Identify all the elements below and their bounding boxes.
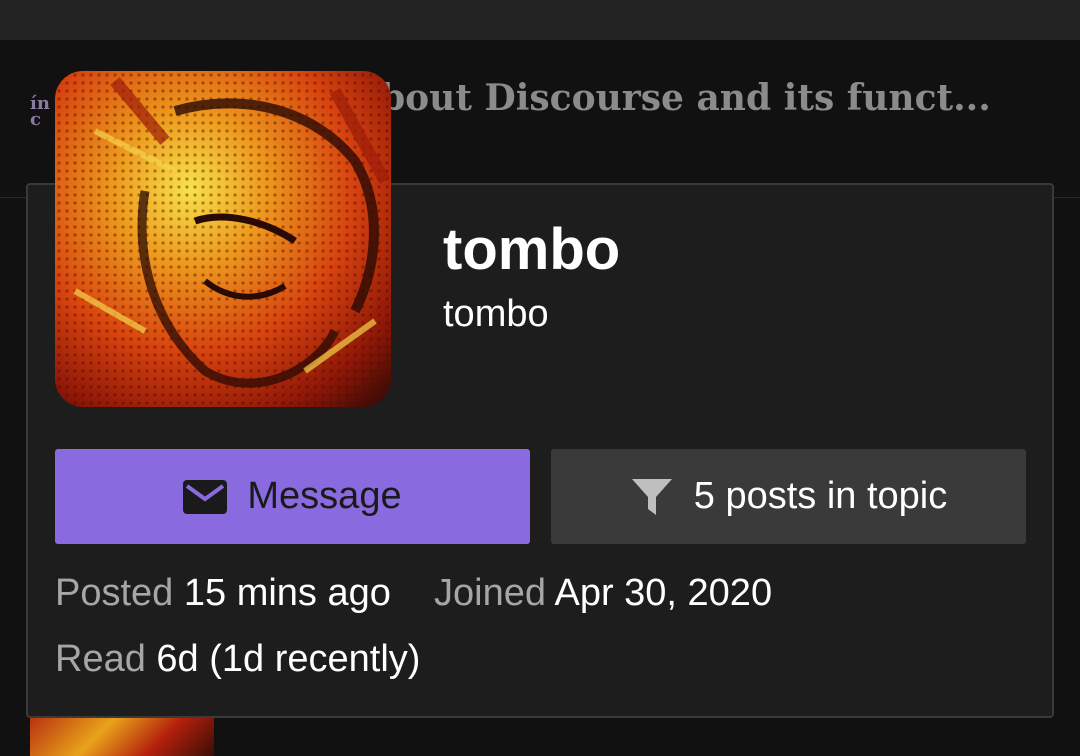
read-label: Read	[55, 638, 146, 680]
user-display-name[interactable]: tombo	[443, 218, 620, 282]
user-avatar[interactable]	[55, 71, 391, 407]
filter-icon	[630, 477, 674, 517]
posted-label: Posted	[55, 572, 174, 614]
top-bar	[0, 0, 1080, 40]
user-meta-line: Read 6d (1d recently)	[55, 636, 420, 682]
filter-posts-button[interactable]: 5 posts in topic	[551, 449, 1026, 544]
filter-posts-label: 5 posts in topic	[693, 475, 948, 517]
user-meta-line: Posted 15 mins ago Joined Apr 30, 2020	[55, 570, 772, 616]
message-button-label: Message	[247, 475, 402, 517]
topic-title[interactable]: bout Discourse and its funct...	[380, 74, 1060, 122]
joined-value: Apr 30, 2020	[554, 572, 773, 614]
page: ín c bout Discourse and its funct... tom…	[0, 0, 1080, 756]
user-username: tombo	[443, 293, 549, 335]
message-button[interactable]: Message	[55, 449, 530, 544]
posted-value[interactable]: 15 mins ago	[184, 572, 391, 614]
joined-label: Joined	[434, 572, 546, 614]
read-value: 6d (1d recently)	[156, 638, 421, 680]
avatar-image	[55, 71, 391, 407]
post-avatar[interactable]	[30, 712, 214, 756]
envelope-icon	[183, 479, 228, 514]
